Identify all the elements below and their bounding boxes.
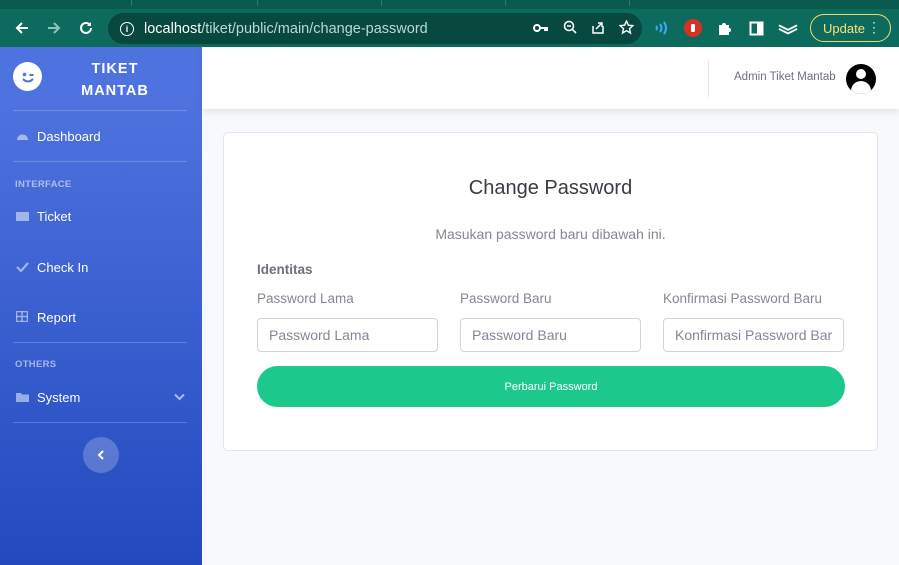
puzzle-icon[interactable] [714, 18, 734, 38]
side-panel-icon[interactable] [746, 18, 766, 38]
browser-tab[interactable] [506, 0, 630, 6]
page-subtitle: Masukan password baru dibawah ini. [435, 226, 666, 242]
sidebar-item-report[interactable]: Report [15, 310, 76, 325]
check-icon [15, 261, 29, 275]
user-name[interactable]: Admin Tiket Mantab [734, 71, 836, 83]
chevron-left-icon [97, 450, 104, 460]
url-text: localhost/tiket/public/main/change-passw… [144, 20, 428, 37]
page-title: Change Password [468, 177, 633, 199]
update-password-button[interactable]: Perbarui Password [257, 366, 845, 407]
bookmark-star-icon[interactable] [618, 18, 635, 38]
extension-stop-icon[interactable] [684, 19, 702, 37]
zoom-icon[interactable] [563, 20, 577, 37]
dashboard-icon [15, 130, 29, 144]
wink-face-icon [13, 62, 42, 91]
topbar: Admin Tiket Mantab [202, 47, 899, 109]
layers-icon[interactable] [778, 18, 798, 38]
section-heading-interface: INTERFACE [15, 179, 72, 190]
confirm-password-field[interactable] [663, 318, 844, 352]
brand-name: TIKET MANTAB [81, 61, 149, 99]
sidebar-item-system[interactable]: System [15, 390, 80, 405]
sidebar-divider [13, 161, 187, 162]
sidebar-divider [13, 110, 187, 111]
sidebar-item-check-in[interactable]: Check In [15, 260, 88, 275]
update-button[interactable]: Update ⋮ [810, 14, 891, 42]
sidebar-item-ticket[interactable]: Ticket [15, 209, 71, 224]
ticket-icon [15, 210, 29, 224]
back-arrow-icon[interactable] [6, 12, 38, 44]
sidebar-item-dashboard[interactable]: Dashboard [15, 129, 101, 144]
share-icon[interactable] [591, 20, 605, 37]
sidebar-item-label: Check In [37, 260, 89, 275]
confirm-password-label: Konfirmasi Password Baru [663, 291, 823, 306]
browser-tab[interactable] [382, 0, 506, 6]
update-label: Update [823, 20, 865, 36]
extension-wave-icon[interactable] [652, 18, 672, 38]
address-bar[interactable]: i localhost/tiket/public/main/change-pas… [108, 13, 642, 44]
folder-icon [15, 391, 29, 405]
key-icon[interactable] [533, 21, 549, 37]
sidebar-item-label: Ticket [37, 209, 72, 224]
group-label: Identitas [257, 262, 313, 277]
change-password-card: Change Password Masukan password baru di… [223, 132, 878, 451]
new-password-label: Password Baru [460, 291, 552, 306]
sidebar-item-label: System [37, 390, 81, 405]
sidebar-divider [13, 422, 187, 423]
chevron-down-icon[interactable] [174, 390, 185, 404]
reload-icon[interactable] [70, 12, 102, 44]
old-password-label: Password Lama [257, 291, 354, 306]
sidebar-divider [13, 342, 187, 343]
sidebar-brand[interactable]: TIKET MANTAB [0, 47, 202, 110]
sidebar-toggle-button[interactable] [83, 437, 119, 473]
forward-arrow-icon[interactable] [38, 12, 70, 44]
browser-tab-strip [0, 0, 899, 9]
topbar-divider [708, 61, 709, 97]
section-heading-others: OTHERS [15, 359, 57, 370]
table-icon [15, 310, 29, 325]
old-password-field[interactable] [257, 318, 438, 352]
browser-tab[interactable] [258, 0, 382, 6]
browser-tab[interactable] [132, 0, 258, 6]
sidebar: TIKET MANTAB Dashboard INTERFACE Ticket … [0, 47, 202, 565]
avatar[interactable] [846, 64, 876, 94]
sidebar-item-label: Dashboard [37, 129, 101, 144]
browser-tab[interactable] [0, 0, 132, 6]
new-password-field[interactable] [460, 318, 641, 352]
site-info-icon[interactable]: i [120, 21, 134, 36]
more-vertical-icon[interactable]: ⋮ [867, 20, 881, 34]
sidebar-item-label: Report [37, 310, 77, 325]
